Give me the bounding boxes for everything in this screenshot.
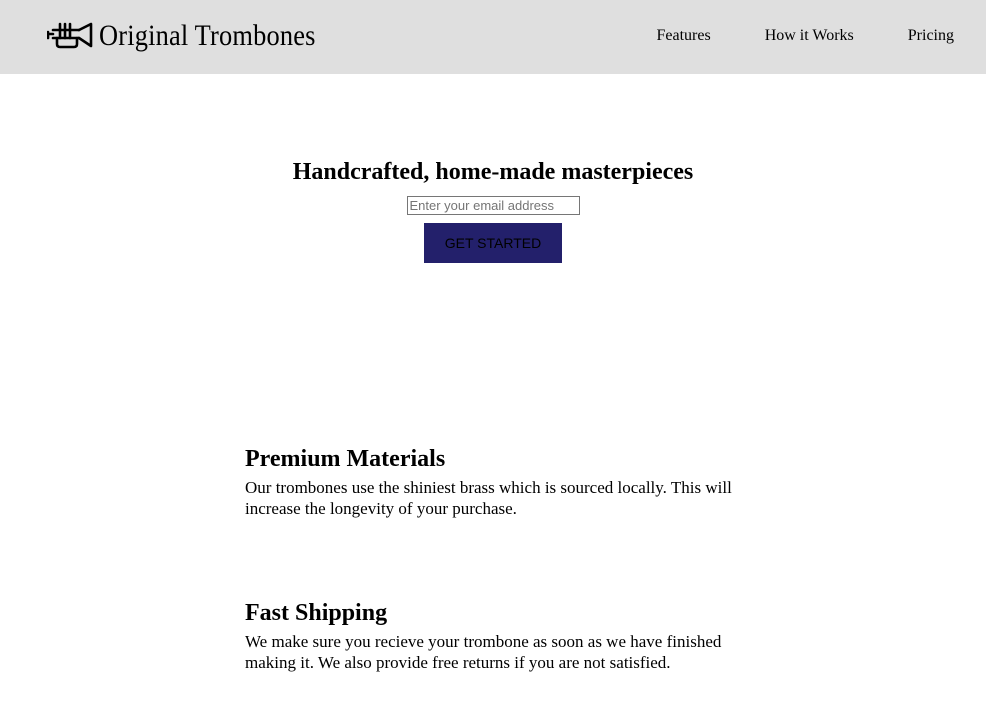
nav-link-pricing[interactable]: Pricing bbox=[908, 27, 954, 45]
email-input[interactable] bbox=[406, 196, 580, 215]
hero-title: Handcrafted, home-made masterpieces bbox=[292, 159, 694, 185]
nav-link-how-it-works[interactable]: How it Works bbox=[765, 27, 854, 45]
feature-description: Our trombones use the shiniest brass whi… bbox=[245, 478, 732, 518]
get-started-button[interactable]: GET STARTED bbox=[424, 223, 562, 263]
nav-link-features[interactable]: Features bbox=[656, 27, 710, 45]
logo[interactable]: Original Trombones bbox=[47, 17, 345, 55]
brand-name: Original Trombones bbox=[99, 19, 316, 52]
feature-title: Premium Materials bbox=[245, 446, 446, 472]
feature-title: Fast Shipping bbox=[245, 600, 388, 626]
feature-premium-materials: Premium Materials Our trombones use the … bbox=[245, 446, 745, 519]
main-nav: Features How it Works Pricing bbox=[656, 27, 954, 45]
site-header: Original Trombones Features How it Works… bbox=[0, 0, 986, 74]
trumpet-icon bbox=[47, 22, 93, 49]
hero-section: Handcrafted, home-made masterpieces GET … bbox=[0, 158, 986, 263]
feature-fast-shipping: Fast Shipping We make sure you recieve y… bbox=[245, 600, 745, 673]
feature-description: We make sure you recieve your trombone a… bbox=[245, 632, 722, 672]
